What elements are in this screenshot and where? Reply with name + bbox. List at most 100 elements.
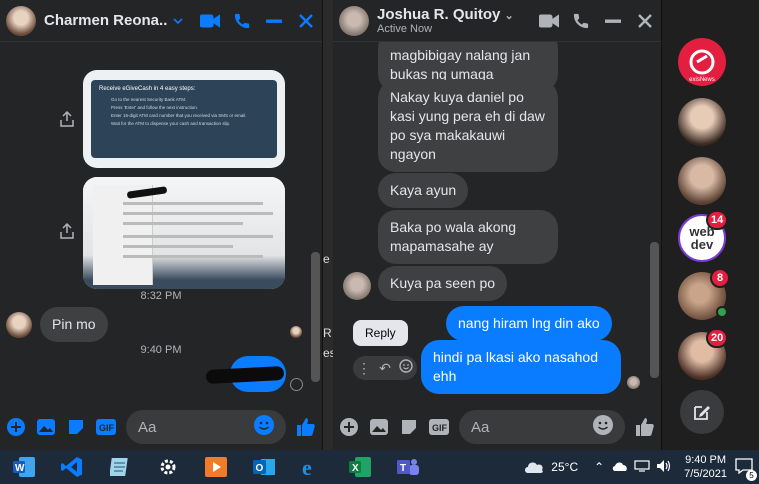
emoji-icon[interactable] bbox=[254, 415, 274, 439]
network-icon[interactable] bbox=[634, 459, 650, 475]
more-vertical-icon[interactable]: ⋮ bbox=[357, 360, 371, 377]
plus-icon[interactable] bbox=[6, 417, 26, 437]
unread-badge: 8 bbox=[710, 268, 730, 288]
unread-badge: 14 bbox=[706, 210, 729, 230]
teams-icon[interactable]: T bbox=[384, 450, 432, 484]
edge-text: R bbox=[323, 326, 332, 340]
message-list[interactable]: magbibigay nalang jan bukas ng umaga Nak… bbox=[333, 42, 661, 408]
sticker-icon[interactable] bbox=[399, 417, 419, 437]
clock[interactable]: 9:40 PM 7/5/2021 bbox=[684, 453, 727, 481]
background-window-edge: e R es bbox=[323, 0, 336, 450]
edge-legacy-icon[interactable]: e bbox=[288, 450, 336, 484]
outlook-icon[interactable]: O bbox=[240, 450, 288, 484]
chevron-down-icon[interactable]: ⌄ bbox=[505, 10, 514, 22]
chat-head-news[interactable]: exisNews bbox=[678, 38, 726, 86]
minimize-icon[interactable] bbox=[603, 11, 623, 31]
avatar[interactable] bbox=[6, 5, 36, 36]
clock-date: 7/5/2021 bbox=[684, 468, 727, 480]
message-bubble[interactable]: Nakay kuya daniel po kasi yung pera eh d… bbox=[378, 80, 558, 172]
volume-icon[interactable] bbox=[656, 459, 672, 476]
clock-time: 9:40 PM bbox=[685, 454, 727, 466]
image-icon[interactable] bbox=[36, 417, 56, 437]
input-placeholder: Aa bbox=[138, 418, 157, 436]
message-actions: ⋮ ↶ bbox=[353, 356, 417, 380]
chat-title[interactable]: Charmen Reona... bbox=[44, 12, 168, 29]
chat-window-charmen: Charmen Reona... Receive eGiveCash in 4 … bbox=[0, 0, 323, 450]
phone-icon[interactable] bbox=[571, 11, 591, 31]
card-title: Receive eGiveCash in 4 easy steps: bbox=[99, 86, 196, 92]
chat-head[interactable] bbox=[678, 157, 726, 205]
taskbar: W O e X T 25°C ⌃ 9:40 PM 7/5/2021 5 bbox=[0, 450, 759, 484]
chat-header[interactable]: Charmen Reona... bbox=[0, 0, 322, 42]
weather-cloud-icon[interactable] bbox=[523, 458, 545, 477]
gif-icon[interactable]: GIF bbox=[429, 417, 449, 437]
news-logo-icon bbox=[689, 49, 715, 75]
message-bubble[interactable]: Kuya pa seen po bbox=[378, 266, 508, 301]
message-bubble[interactable]: Kaya ayun bbox=[378, 173, 469, 208]
message-bubble[interactable]: Baka po wala akong mapamasahe ay bbox=[378, 210, 558, 264]
webdev-label: dev bbox=[690, 237, 714, 252]
card-step: Press 'Enter' and follow the next instru… bbox=[111, 105, 199, 110]
media-player-icon[interactable] bbox=[192, 450, 240, 484]
share-icon[interactable] bbox=[58, 110, 80, 132]
share-icon[interactable] bbox=[58, 222, 80, 244]
close-icon[interactable] bbox=[635, 11, 655, 31]
chevron-up-icon[interactable]: ⌃ bbox=[594, 460, 604, 474]
plus-icon[interactable] bbox=[339, 417, 359, 437]
temperature[interactable]: 25°C bbox=[551, 460, 578, 474]
word-icon[interactable]: W bbox=[0, 450, 48, 484]
notification-count: 5 bbox=[746, 469, 757, 481]
gif-icon[interactable]: GIF bbox=[96, 417, 116, 437]
close-icon[interactable] bbox=[296, 11, 316, 31]
onedrive-cloud-icon[interactable] bbox=[612, 460, 628, 474]
seen-avatar bbox=[627, 376, 640, 389]
minimize-icon[interactable] bbox=[264, 11, 284, 31]
input-placeholder: Aa bbox=[471, 418, 490, 436]
notepad-icon[interactable] bbox=[96, 450, 144, 484]
image-attachment[interactable] bbox=[83, 177, 285, 289]
svg-text:T: T bbox=[400, 463, 406, 474]
video-call-icon[interactable] bbox=[539, 11, 559, 31]
edge-text: e bbox=[323, 252, 330, 266]
svg-text:e: e bbox=[302, 456, 312, 478]
image-icon[interactable] bbox=[369, 417, 389, 437]
sent-check-icon bbox=[290, 378, 303, 391]
composer: GIF Aa bbox=[333, 404, 661, 450]
composer: GIF Aa bbox=[0, 404, 322, 450]
avatar[interactable] bbox=[339, 5, 369, 36]
svg-text:W: W bbox=[15, 463, 25, 474]
message-input[interactable]: Aa bbox=[126, 410, 286, 444]
chat-title[interactable]: Joshua R. Quitoy ⌄ bbox=[377, 6, 539, 23]
message-list[interactable]: Receive eGiveCash in 4 easy steps: Go to… bbox=[0, 42, 322, 408]
vscode-icon[interactable] bbox=[48, 450, 96, 484]
message-bubble[interactable]: hindi pa lkasi ako nasahod ehh bbox=[421, 340, 621, 394]
image-attachment[interactable]: Receive eGiveCash in 4 easy steps: Go to… bbox=[83, 70, 285, 168]
sticker-icon[interactable] bbox=[66, 417, 86, 437]
scrollbar[interactable] bbox=[311, 252, 320, 382]
new-message-button[interactable] bbox=[680, 390, 724, 434]
chat-window-joshua: Joshua R. Quitoy ⌄ Active Now magbibigay… bbox=[333, 0, 662, 450]
message-bubble[interactable]: nang hiram lng din ako bbox=[446, 306, 612, 341]
chat-head[interactable] bbox=[678, 98, 726, 146]
excel-icon[interactable]: X bbox=[336, 450, 384, 484]
video-call-icon[interactable] bbox=[200, 11, 220, 31]
like-icon[interactable] bbox=[635, 417, 655, 437]
notifications-icon[interactable]: 5 bbox=[735, 457, 757, 481]
card-step: Enter 16-digit ATM card number that you … bbox=[111, 113, 247, 118]
like-icon[interactable] bbox=[296, 417, 316, 437]
scrollbar[interactable] bbox=[650, 242, 659, 378]
svg-text:O: O bbox=[256, 463, 264, 474]
settings-gear-icon[interactable] bbox=[144, 450, 192, 484]
system-tray: 25°C ⌃ 9:40 PM 7/5/2021 5 bbox=[523, 450, 759, 484]
chevron-down-icon[interactable] bbox=[168, 11, 188, 31]
react-icon[interactable] bbox=[399, 358, 413, 378]
timestamp: 8:32 PM bbox=[140, 290, 182, 302]
chat-header[interactable]: Joshua R. Quitoy ⌄ Active Now bbox=[333, 0, 661, 42]
message-bubble[interactable]: Pin mo bbox=[40, 307, 108, 342]
emoji-icon[interactable] bbox=[593, 415, 613, 439]
seen-avatar bbox=[290, 326, 302, 338]
message-input[interactable]: Aa bbox=[459, 410, 625, 444]
phone-icon[interactable] bbox=[232, 11, 252, 31]
card-step: Wait for the ATM to dispense your cash a… bbox=[111, 121, 231, 126]
reply-icon[interactable]: ↶ bbox=[379, 360, 391, 377]
